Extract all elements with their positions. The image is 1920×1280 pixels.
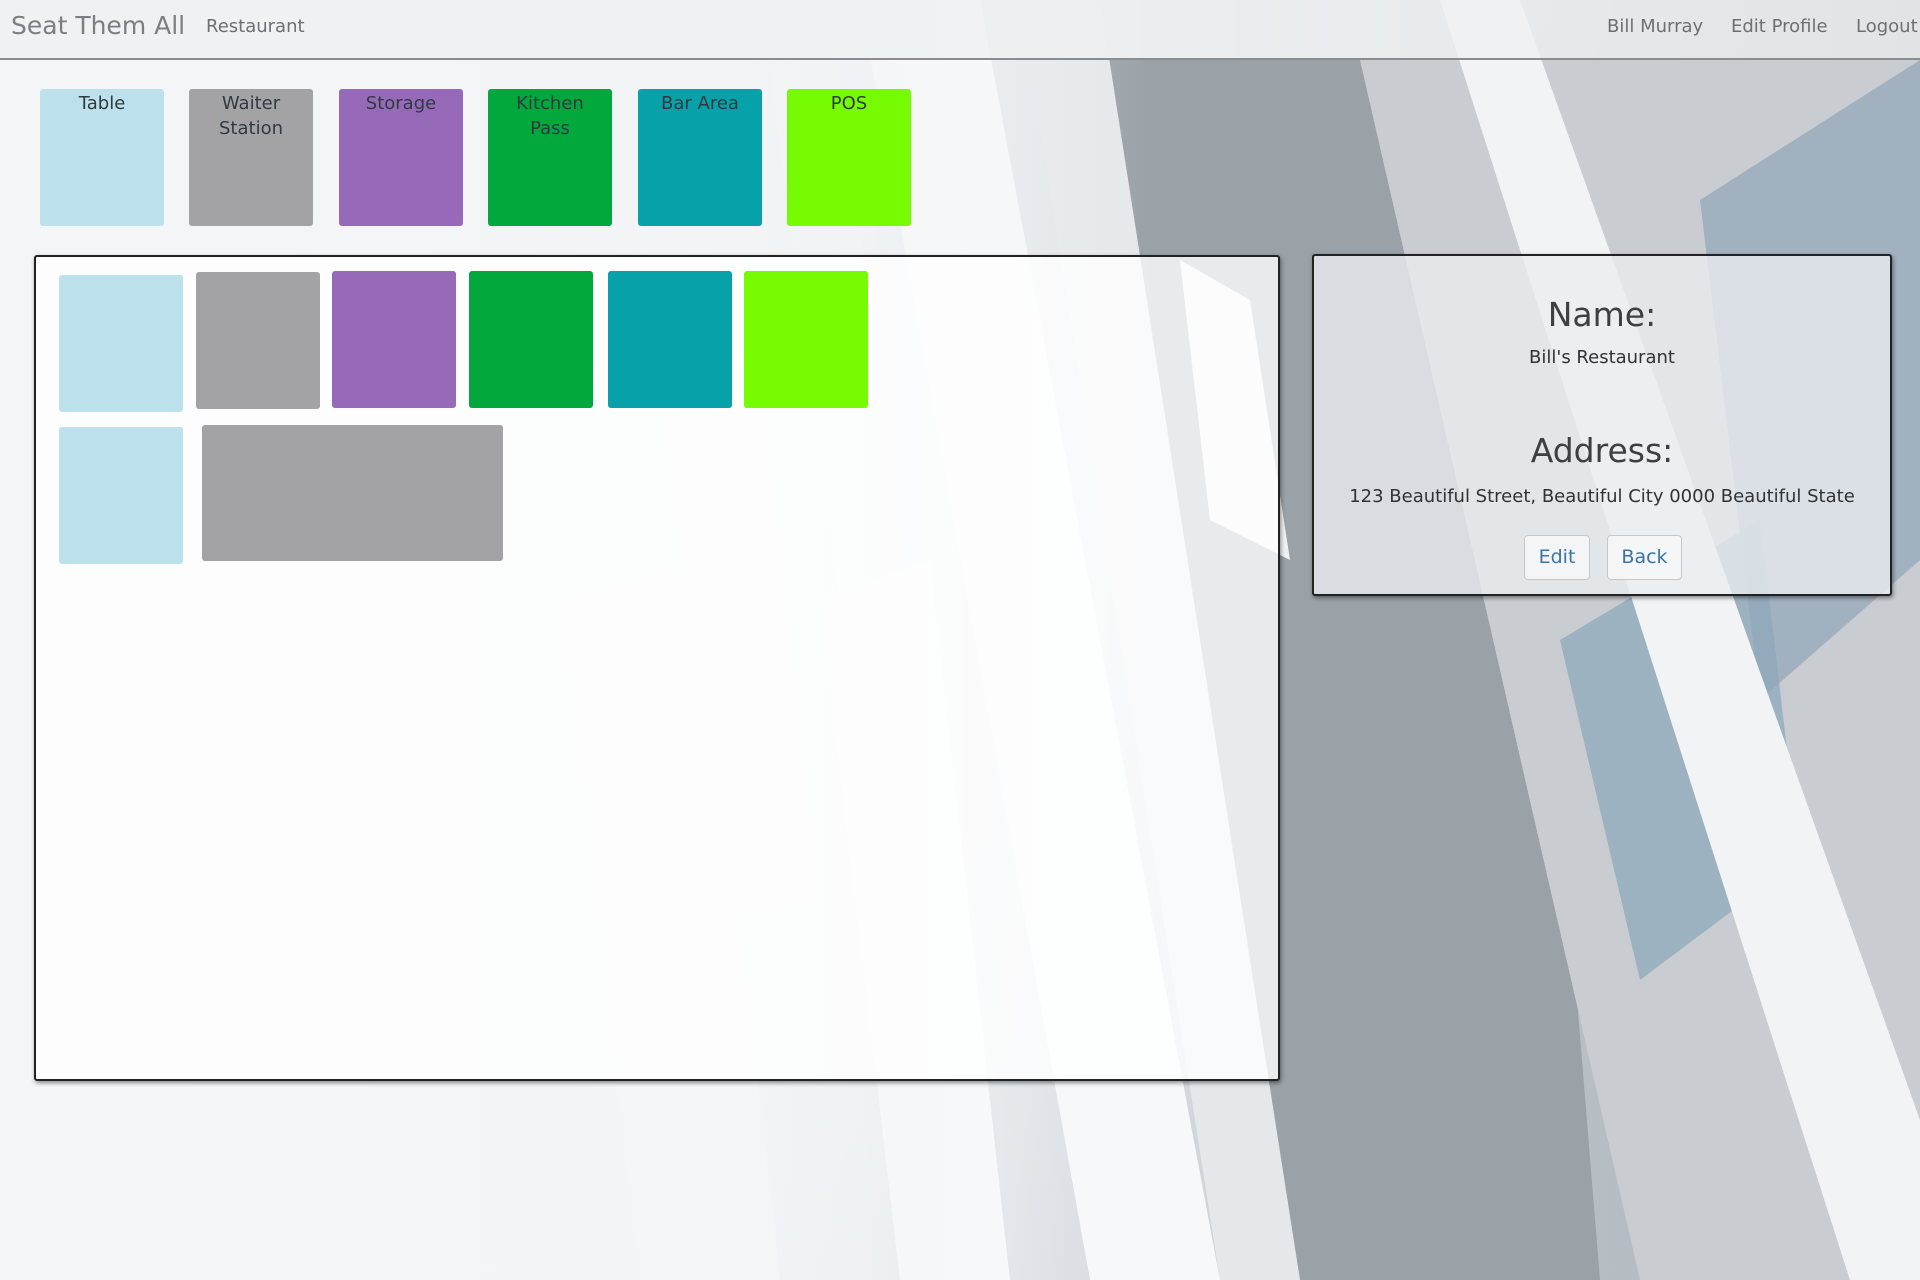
name-heading: Name: (1547, 295, 1657, 334)
palette-tile-label: Storage (365, 93, 437, 114)
palette-tile-label: Bar Area (661, 93, 739, 114)
nav-logout-link[interactable]: Logout (1856, 16, 1918, 37)
placed-bar-area[interactable] (608, 271, 732, 408)
palette-tile-label: Waiter Station (219, 93, 283, 139)
palette-tile-label: POS (830, 93, 868, 114)
nav-user-name-link[interactable]: Bill Murray (1607, 16, 1703, 37)
palette-tile-pos[interactable]: POS (787, 89, 911, 226)
placed-storage[interactable] (332, 271, 456, 408)
top-navbar: Seat Them All Restaurant Bill Murray Edi… (0, 0, 1920, 60)
placed-kitchen-pass[interactable] (469, 271, 593, 408)
restaurant-address: 123 Beautiful Street, Beautiful City 000… (1349, 486, 1855, 507)
placed-table[interactable] (59, 427, 183, 564)
palette-tile-storage[interactable]: Storage (339, 89, 463, 226)
nav-edit-profile-link[interactable]: Edit Profile (1731, 16, 1828, 37)
palette-tile-kitchen-pass[interactable]: Kitchen Pass (488, 89, 612, 226)
palette-tile-label: Kitchen Pass (516, 93, 584, 139)
nav-restaurant-link[interactable]: Restaurant (206, 16, 305, 37)
address-heading: Address: (1530, 431, 1674, 470)
palette-tile-table[interactable]: Table (40, 89, 164, 226)
restaurant-info-panel: Name: Bill's Restaurant Address: 123 Bea… (1312, 254, 1892, 596)
back-button[interactable]: Back (1607, 535, 1682, 580)
floor-plan-canvas[interactable] (34, 255, 1280, 1081)
palette-tile-label: Table (78, 93, 126, 114)
palette-tile-waiter-station[interactable]: Waiter Station (189, 89, 313, 226)
placed-waiter-station[interactable] (196, 272, 320, 409)
palette-tile-bar-area[interactable]: Bar Area (638, 89, 762, 226)
restaurant-name: Bill's Restaurant (1529, 347, 1675, 368)
placed-table[interactable] (59, 275, 183, 412)
brand-logo[interactable]: Seat Them All (11, 11, 185, 40)
edit-button[interactable]: Edit (1524, 535, 1590, 580)
placed-pos[interactable] (744, 271, 868, 408)
placed-waiter-station[interactable] (202, 425, 503, 561)
